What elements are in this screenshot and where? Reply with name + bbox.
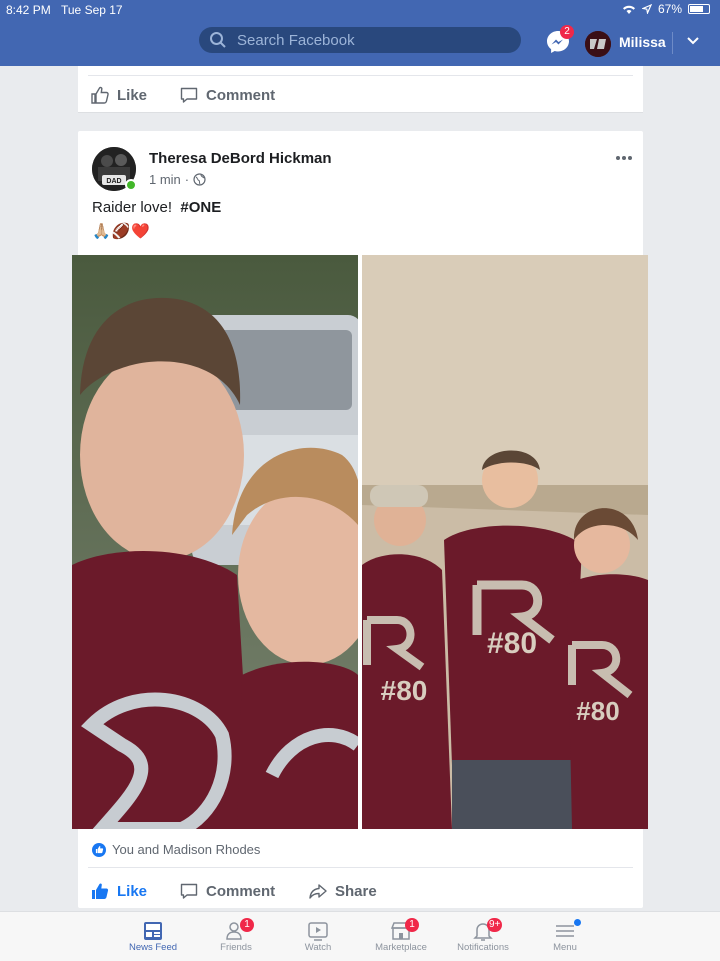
share-icon — [309, 884, 327, 899]
thumbs-up-icon — [91, 86, 109, 104]
tab-label: Menu — [553, 942, 577, 953]
battery-percent: 67% — [657, 2, 682, 16]
status-date: Tue Sep 17 — [61, 3, 123, 17]
reaction-summary[interactable]: You and Madison Rhodes — [92, 842, 260, 857]
comment-button[interactable]: Comment — [179, 881, 275, 901]
watch-icon — [308, 922, 328, 941]
share-label: Share — [335, 882, 377, 900]
shirt-number-left: #80 — [381, 675, 428, 706]
tab-menu[interactable]: Menu — [525, 912, 605, 961]
header-divider — [672, 32, 673, 54]
post-text: Raider love! #ONE — [92, 199, 221, 216]
tab-label: Notifications — [457, 942, 509, 953]
divider — [88, 867, 633, 868]
like-button[interactable]: Like — [90, 85, 147, 105]
divider — [88, 75, 633, 76]
tab-marketplace[interactable]: 1 Marketplace — [361, 912, 441, 961]
marketplace-badge: 1 — [405, 918, 419, 932]
tab-label: Marketplace — [375, 942, 427, 953]
comment-label: Comment — [206, 882, 276, 900]
battery-icon — [688, 4, 710, 14]
post-meta: 1 min · — [149, 172, 206, 187]
menu-dot — [574, 919, 581, 926]
more-options-icon[interactable] — [615, 155, 633, 161]
wifi-icon — [622, 5, 635, 14]
news-feed-icon — [144, 922, 162, 940]
tab-news-feed[interactable]: News Feed — [113, 912, 193, 961]
status-time: 8:42 PM — [6, 3, 51, 17]
user-avatar[interactable] — [585, 31, 611, 57]
post-message: Raider love! — [92, 199, 173, 216]
messenger-badge: 2 — [560, 25, 574, 39]
tab-friends[interactable]: 1 Friends — [196, 912, 276, 961]
meta-separator: · — [184, 172, 190, 187]
shirt-number-right: #80 — [576, 696, 619, 726]
post-time[interactable]: 1 min — [149, 172, 181, 187]
status-indicators: 67% — [622, 2, 710, 16]
messenger-button[interactable]: 2 — [545, 25, 574, 55]
location-icon — [641, 4, 652, 14]
top-bar: 8:42 PM Tue Sep 17 67% Search Facebook 2… — [0, 0, 720, 66]
comment-label: Comment — [206, 86, 276, 104]
avatar-text: DAD — [106, 178, 121, 185]
comment-icon — [180, 87, 198, 103]
like-reaction-icon — [92, 842, 106, 857]
friends-badge: 1 — [240, 918, 254, 932]
notifications-badge: 9+ — [487, 918, 503, 932]
comment-button[interactable]: Comment — [179, 85, 275, 105]
tab-watch[interactable]: Watch — [278, 912, 358, 961]
tab-label: News Feed — [128, 942, 178, 953]
globe-icon — [193, 173, 206, 186]
hashtag-link[interactable]: #ONE — [180, 199, 221, 216]
tab-label: Friends — [220, 942, 252, 953]
like-label: Like — [117, 86, 148, 104]
tab-notifications[interactable]: 9+ Notifications — [443, 912, 523, 961]
previous-post-actions: Like Comment — [78, 66, 643, 113]
post-photo-2[interactable]: #80 #80 #80 — [362, 255, 648, 829]
user-name[interactable]: Milissa — [619, 34, 666, 50]
author-name[interactable]: Theresa DeBord Hickman — [149, 150, 332, 167]
chevron-down-icon[interactable] — [686, 36, 700, 46]
share-button[interactable]: Share — [308, 881, 377, 901]
search-placeholder: Search Facebook — [237, 31, 355, 49]
search-input[interactable]: Search Facebook — [199, 27, 521, 53]
reaction-text: You and Madison Rhodes — [112, 842, 261, 857]
tab-label: Watch — [304, 942, 332, 953]
post-emoji: 🙏🏼🏈❤️ — [92, 223, 152, 240]
post-card: DAD Theresa DeBord Hickman 1 min · Raide… — [72, 131, 648, 908]
like-label: Like — [117, 882, 148, 900]
shirt-number-center: #80 — [487, 627, 537, 660]
online-status-icon — [125, 179, 137, 191]
search-icon — [210, 32, 226, 48]
like-button[interactable]: Like — [90, 881, 147, 901]
post-photo-1[interactable] — [72, 255, 358, 829]
thumbs-up-icon — [92, 883, 109, 899]
bottom-nav: News Feed 1 Friends Watch 1 Marketplace … — [0, 911, 720, 961]
comment-icon — [180, 883, 198, 899]
